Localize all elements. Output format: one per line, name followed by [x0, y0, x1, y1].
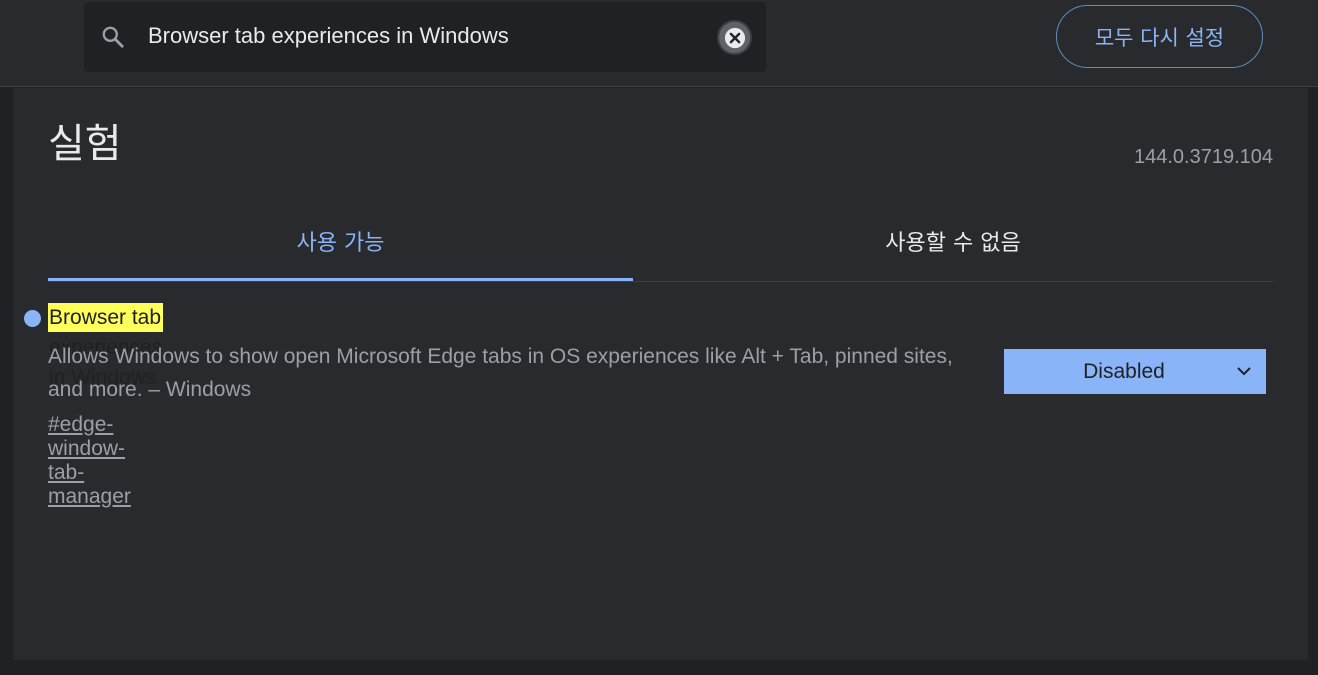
experiment-description: Allows Windows to show open Microsoft Ed…: [48, 345, 953, 401]
header-bar: 모두 다시 설정: [0, 0, 1318, 87]
experiment-permalink[interactable]: #edge-window-tab-manager: [48, 413, 131, 509]
search-icon: [102, 26, 124, 48]
page-title: 실험: [48, 121, 122, 167]
select-value: Disabled: [1083, 359, 1165, 383]
clear-search-button[interactable]: [717, 20, 752, 55]
experiment-state-select[interactable]: Disabled: [1004, 349, 1266, 394]
reset-all-button[interactable]: 모두 다시 설정: [1056, 5, 1263, 68]
version-label: 144.0.3719.104: [1133, 146, 1273, 168]
status-dot: [24, 310, 41, 327]
tab-available-label: 사용 가능: [296, 230, 385, 256]
experiment-title: Browser tab experiences in Windows: [48, 303, 164, 389]
tab-unavailable-label: 사용할 수 없음: [885, 230, 1021, 256]
tab-unavailable[interactable]: 사용할 수 없음: [633, 200, 1273, 281]
tab-bar: 사용 가능 사용할 수 없음: [48, 200, 1273, 282]
search-input[interactable]: [148, 18, 708, 54]
chevron-down-icon: [1237, 367, 1251, 376]
tab-available[interactable]: 사용 가능: [48, 200, 633, 281]
close-icon: [724, 27, 745, 48]
